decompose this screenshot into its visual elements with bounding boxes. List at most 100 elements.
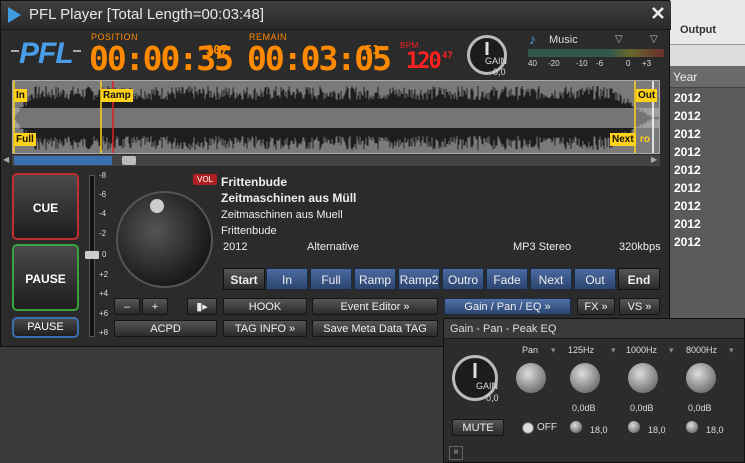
cue-full-button[interactable]: Full bbox=[310, 268, 352, 290]
background-app-header: Output bbox=[670, 0, 745, 45]
band2-freq: 1000Hz bbox=[626, 345, 658, 355]
pan-knob[interactable] bbox=[516, 363, 546, 393]
marker-outro: ro bbox=[640, 134, 650, 145]
jog-wheel[interactable] bbox=[116, 191, 213, 288]
jog-plus-button[interactable]: + bbox=[142, 298, 168, 315]
eq-gain-indicator-icon bbox=[473, 363, 477, 378]
waveform-scroll-position bbox=[14, 156, 112, 165]
year-cell: 2012 bbox=[674, 163, 701, 177]
waveform-scroll-thumb[interactable] bbox=[122, 156, 136, 165]
tag-info-button[interactable]: TAG INFO » bbox=[223, 320, 307, 337]
output-column-label: Output bbox=[680, 24, 717, 36]
marker-full[interactable]: Full bbox=[14, 133, 36, 146]
event-editor-button[interactable]: Event Editor » bbox=[312, 298, 438, 315]
mute-button[interactable]: MUTE bbox=[452, 419, 504, 436]
cue-start-button[interactable]: Start bbox=[223, 268, 265, 290]
band3-gain: 0,0dB bbox=[688, 403, 712, 413]
off-radio[interactable] bbox=[522, 422, 534, 434]
cue-in-button[interactable]: In bbox=[266, 268, 308, 290]
band3-q-knob[interactable] bbox=[686, 421, 698, 433]
year-cell: 2012 bbox=[674, 127, 701, 141]
band2-gain-knob[interactable] bbox=[628, 363, 658, 393]
save-meta-data-tag-button[interactable]: Save Meta Data TAG bbox=[312, 320, 438, 337]
waveform-display[interactable]: In Ramp Full Out Next ro bbox=[12, 80, 660, 154]
pfl-logo: PFL bbox=[19, 37, 74, 70]
band2-q: 18,0 bbox=[648, 425, 666, 435]
pfl-player-window: PFL Player [Total Length=00:03:48] PFL P… bbox=[0, 0, 671, 347]
gain-value: 0,0 bbox=[493, 67, 506, 77]
cue-out-button[interactable]: Out bbox=[574, 268, 616, 290]
eq-gain-value: 0,0 bbox=[486, 393, 499, 403]
band1-chevron-icon[interactable]: ▾ bbox=[611, 345, 616, 356]
music-label: Music bbox=[549, 34, 578, 46]
band1-freq: 125Hz bbox=[568, 345, 595, 355]
pause-button[interactable]: PAUSE bbox=[12, 244, 79, 311]
band3-q: 18,0 bbox=[706, 425, 724, 435]
track-format: MP3 Stereo bbox=[513, 241, 572, 253]
title-bar[interactable]: PFL Player [Total Length=00:03:48] bbox=[1, 1, 671, 30]
marker-out[interactable]: Out bbox=[636, 89, 658, 102]
cue-outro-button[interactable]: Outro bbox=[442, 268, 484, 290]
track-bitrate: 320kbps bbox=[619, 241, 661, 253]
band2-gain: 0,0dB bbox=[630, 403, 654, 413]
cue-ramp2-button[interactable]: Ramp2 bbox=[398, 268, 440, 290]
band1-q: 18,0 bbox=[590, 425, 608, 435]
bpm-fraction: 47 bbox=[442, 51, 453, 61]
year-cell: 2012 bbox=[674, 235, 701, 249]
track-artist: Frittenbude bbox=[221, 175, 287, 189]
vs-button[interactable]: VS » bbox=[619, 298, 660, 315]
volume-slider-handle[interactable] bbox=[85, 251, 99, 259]
marker-in[interactable]: In bbox=[14, 89, 27, 102]
year-cell: 2012 bbox=[674, 91, 701, 105]
cue-fade-button[interactable]: Fade bbox=[486, 268, 528, 290]
band1-gain-knob[interactable] bbox=[570, 363, 600, 393]
play-icon bbox=[8, 7, 21, 23]
fx-button[interactable]: FX » bbox=[577, 298, 615, 315]
year-cell: 2012 bbox=[674, 109, 701, 123]
band3-chevron-icon[interactable]: ▾ bbox=[729, 345, 734, 356]
pan-chevron-icon[interactable]: ▾ bbox=[551, 345, 556, 356]
marker-ramp[interactable]: Ramp bbox=[101, 89, 133, 102]
chevron-down-icon[interactable]: ▽ bbox=[615, 34, 623, 45]
hook-button[interactable]: HOOK bbox=[223, 298, 307, 315]
track-genre: Alternative bbox=[307, 241, 359, 253]
acpd-button[interactable]: ACPD bbox=[114, 320, 217, 337]
close-button[interactable] bbox=[649, 5, 667, 23]
track-title-ascii: Zeitmaschinen aus Muell bbox=[221, 209, 343, 221]
position-fraction: 307 bbox=[206, 43, 228, 57]
cue-ramp-button[interactable]: Ramp bbox=[354, 268, 396, 290]
jog-minus-button[interactable]: – bbox=[114, 298, 140, 315]
band2-chevron-icon[interactable]: ▾ bbox=[669, 345, 674, 356]
play-to-button[interactable]: ▮▸ bbox=[187, 298, 217, 315]
track-year: 2012 bbox=[223, 241, 248, 253]
chevron-down-icon[interactable]: ▽ bbox=[650, 34, 658, 45]
pause-small-button[interactable]: PAUSE bbox=[12, 317, 79, 338]
gain-label: GAIN bbox=[485, 56, 508, 66]
scroll-right-icon[interactable]: ▶ bbox=[651, 155, 657, 164]
gain-pan-eq-panel: Gain - Pan - Peak EQ GAIN 0,0 Pan 125Hz … bbox=[443, 318, 745, 463]
logo-dash-left bbox=[11, 50, 19, 52]
vol-badge[interactable]: VOL bbox=[193, 174, 218, 185]
cue-button[interactable]: CUE bbox=[12, 173, 79, 240]
scroll-left-icon[interactable]: ◀ bbox=[3, 155, 9, 164]
cue-end-button[interactable]: End bbox=[618, 268, 660, 290]
music-note-icon: ♪ bbox=[529, 31, 536, 47]
band1-q-knob[interactable] bbox=[570, 421, 582, 433]
pan-label: Pan bbox=[522, 345, 539, 355]
eq-close-icon[interactable]: × bbox=[449, 446, 463, 460]
year-column-header[interactable]: Year bbox=[670, 66, 745, 88]
background-grid: Year 2012 2012 2012 2012 2012 2012 2012 … bbox=[670, 66, 745, 321]
meter-scale: 40 -20 -10 -6 0 +3 bbox=[528, 59, 652, 68]
band2-q-knob[interactable] bbox=[628, 421, 640, 433]
off-label: OFF bbox=[537, 422, 557, 433]
window-title: PFL Player [Total Length=00:03:48] bbox=[29, 6, 265, 23]
level-meter bbox=[528, 49, 664, 57]
marker-next[interactable]: Next bbox=[610, 133, 636, 146]
band3-gain-knob[interactable] bbox=[686, 363, 716, 393]
jog-wheel-indicator bbox=[150, 199, 164, 213]
gain-pan-eq-button[interactable]: Gain / Pan / EQ » bbox=[444, 298, 571, 315]
year-cell: 2012 bbox=[674, 145, 701, 159]
cue-next-button[interactable]: Next bbox=[530, 268, 572, 290]
bpm-value: 120 bbox=[406, 49, 442, 74]
eq-gain-label: GAIN bbox=[476, 381, 499, 391]
